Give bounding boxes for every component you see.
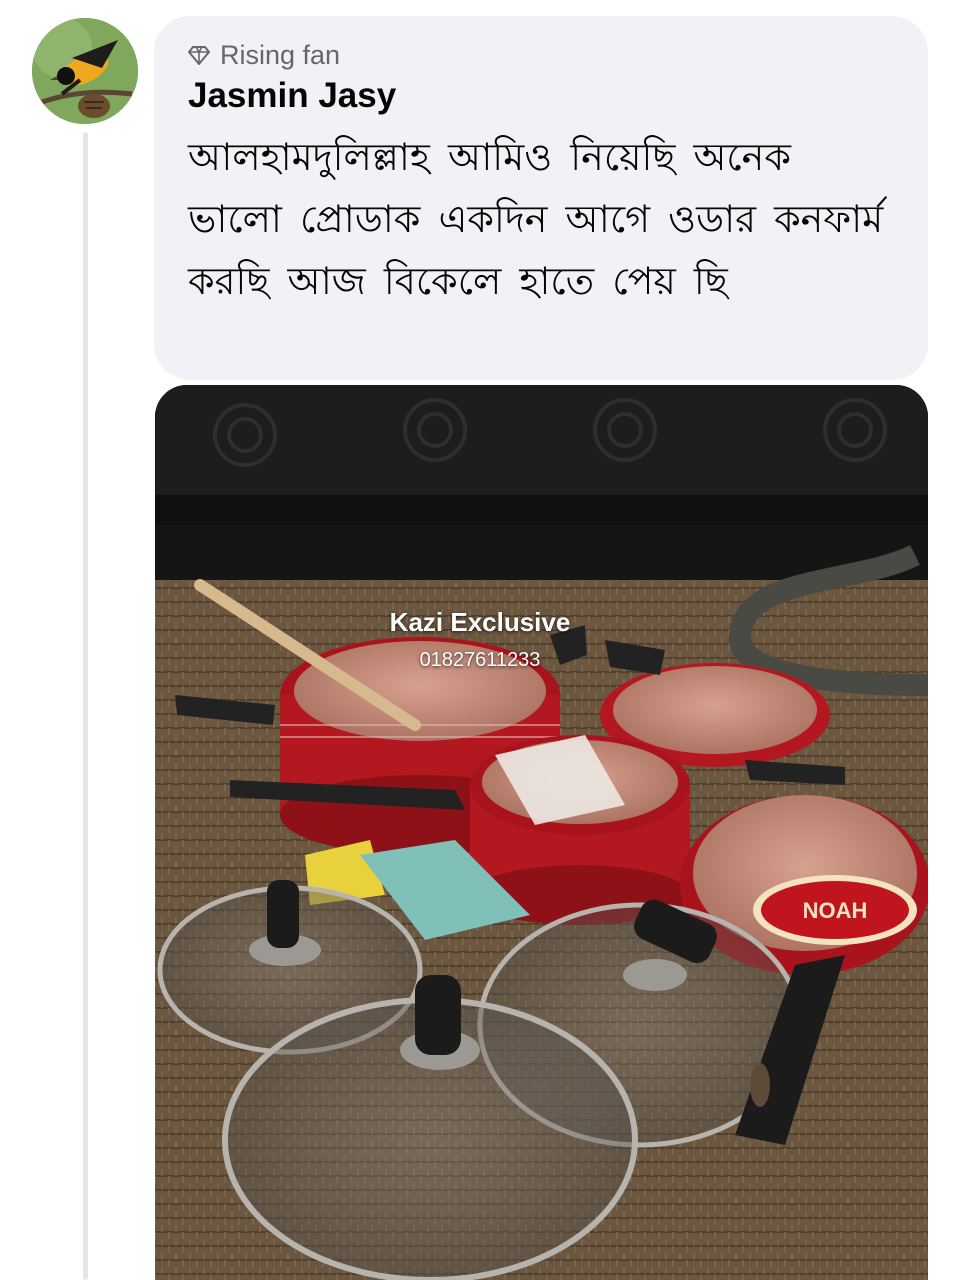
- comment-text: আলহামদুলিল্লাহ আমিও নিয়েছি অনেক ভালো প্…: [188, 135, 884, 303]
- cookware-photo: NOAH: [155, 385, 928, 1280]
- bird-avatar-image: [32, 18, 138, 124]
- comment-thread: Rising fan Jasmin Jasy আলহামদুলিল্লাহ আম…: [0, 0, 960, 1280]
- badge-label: Rising fan: [220, 39, 341, 70]
- thread-line: [83, 132, 88, 1280]
- attached-photo[interactable]: NOAH Kazi Exclusive 01827611233: [155, 385, 928, 1280]
- comment-author[interactable]: Jasmin Jasy: [188, 76, 396, 116]
- avatar[interactable]: [32, 18, 138, 124]
- diamond-icon: [188, 46, 210, 65]
- watermark-phone: 01827611233: [419, 649, 541, 671]
- fan-badge: Rising fan: [188, 38, 340, 72]
- pan-label-text: NOAH: [803, 898, 868, 923]
- watermark-shop-name: Kazi Exclusive: [389, 607, 571, 637]
